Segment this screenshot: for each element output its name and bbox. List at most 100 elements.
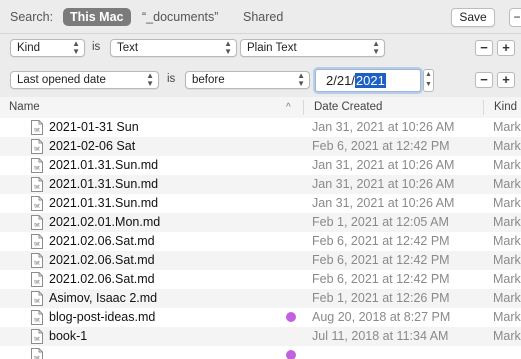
txt-document-icon: txt — [31, 158, 43, 173]
rule-operator-popup[interactable]: before ▲ ▼ — [185, 71, 310, 89]
rule-operator-value: Text — [117, 42, 139, 54]
table-row[interactable]: txt Asimov, Isaac 2.md Feb 1, 2021 at 12:2… — [0, 289, 521, 308]
txt-document-icon: txt — [31, 329, 43, 344]
minus-icon: − — [480, 72, 488, 87]
rule-attribute-value: Kind — [17, 42, 41, 54]
file-kind: Mark — [493, 120, 521, 134]
date-created: Jan 31, 2021 at 10:26 AM — [312, 196, 455, 210]
file-name: 2021.02.06.Sat.md — [49, 272, 155, 286]
file-kind: Mark — [493, 139, 521, 153]
search-rule-kind: Kind ▲ ▼ is Text ▲ ▼ Plain Text ▲ ▼ − + — [0, 34, 521, 68]
scope-shared[interactable]: Shared — [243, 8, 283, 26]
file-type-label: txt — [34, 299, 40, 305]
rule-operator-popup[interactable]: Text ▲ ▼ — [110, 39, 237, 57]
file-kind: Mark — [493, 291, 521, 305]
table-row[interactable]: txt 2021.01.31.Sun.md Jan 31, 2021 at 10:2… — [0, 156, 521, 175]
txt-document-icon: txt — [31, 291, 43, 306]
search-label: Search: — [10, 10, 54, 24]
column-divider[interactable] — [483, 100, 484, 115]
stepper-down-icon[interactable]: ▼ — [424, 80, 433, 90]
file-type-label: txt — [34, 356, 40, 359]
rule-attribute-popup[interactable]: Kind ▲ ▼ — [10, 39, 85, 57]
rule-attribute-popup[interactable]: Last opened date ▲ ▼ — [10, 71, 159, 89]
file-kind: Mark — [493, 310, 521, 324]
remove-rule-button[interactable]: − — [475, 40, 493, 56]
file-kind: Mark — [493, 196, 521, 210]
date-created: Feb 6, 2021 at 12:42 PM — [312, 272, 450, 286]
file-type-label: txt — [34, 242, 40, 248]
table-row[interactable]: txt book-1 Jul 11, 2018 at 11:34 AM Mark — [0, 327, 521, 346]
column-header-date-created[interactable]: Date Created — [314, 101, 382, 113]
scope-this-mac[interactable]: This Mac — [63, 8, 131, 26]
file-kind: Mark — [493, 215, 521, 229]
table-row[interactable]: txt 2021.02.06.Sat.md Feb 6, 2021 at 12:42… — [0, 251, 521, 270]
add-rule-button[interactable]: + — [497, 72, 515, 88]
file-name: 2021-02-06 Sat — [49, 139, 136, 153]
rule-value-popup[interactable]: Plain Text ▲ ▼ — [240, 39, 385, 57]
file-name: 2021.02.06.Sat.md — [49, 234, 155, 248]
table-row[interactable]: txt 2021.01.31.Sun.md Jan 31, 2021 at 10:2… — [0, 175, 521, 194]
date-created: Jan 31, 2021 at 10:26 AM — [312, 120, 455, 134]
is-label: is — [167, 73, 176, 85]
txt-document-icon: txt — [31, 310, 43, 325]
file-type-label: txt — [34, 223, 40, 229]
rule-operator-value: before — [192, 74, 225, 86]
table-row[interactable]: txt 2021-02-06 Sat Feb 6, 2021 at 12:42 PM… — [0, 137, 521, 156]
txt-document-icon: txt — [31, 272, 43, 287]
table-row[interactable]: txt 2021.02.06.Sat.md Feb 6, 2021 at 12:42… — [0, 232, 521, 251]
txt-document-icon: txt — [31, 196, 43, 211]
remove-rule-button[interactable]: − — [475, 72, 493, 88]
date-year-selected: 2021 — [354, 73, 386, 88]
txt-document-icon: txt — [31, 215, 43, 230]
column-header-kind[interactable]: Kind — [494, 101, 517, 113]
save-search-button[interactable]: Save — [451, 8, 495, 27]
file-name: Asimov, Isaac 2.md — [49, 291, 158, 305]
txt-document-icon: txt — [31, 348, 43, 359]
add-rule-button[interactable]: + — [497, 40, 515, 56]
file-type-label: txt — [34, 204, 40, 210]
file-type-label: txt — [34, 318, 40, 324]
table-row[interactable]: txt 2021.01.31.Sun.md Jan 31, 2021 at 10:2… — [0, 194, 521, 213]
rule-value-text: Plain Text — [247, 42, 297, 54]
file-name: 2021-01-31 Sun — [49, 120, 139, 134]
date-created: Aug 20, 2018 at 8:27 PM — [312, 310, 451, 324]
table-row[interactable]: txt 2021.02.01.Mon.md Feb 1, 2021 at 12:05… — [0, 213, 521, 232]
file-name: book-1 — [49, 329, 88, 343]
date-input[interactable]: 2/21/2021 — [315, 69, 421, 92]
column-header-name[interactable]: Name — [9, 101, 40, 113]
chevron-up-icon[interactable]: ^ — [286, 102, 291, 113]
results-list[interactable]: txt 2021-01-31 Sun Jan 31, 2021 at 10:26 A… — [0, 118, 521, 359]
scope-documents-folder[interactable]: “_documents” — [142, 8, 218, 26]
purple-tag-icon — [286, 350, 296, 359]
up-down-chevron-icon: ▲ ▼ — [72, 39, 80, 56]
rule-attribute-value: Last opened date — [17, 74, 106, 86]
file-name: 2021.01.31.Sun.md — [49, 196, 159, 210]
file-type-label: txt — [34, 128, 40, 134]
table-row[interactable]: txt blog-post-ideas.md Aug 20, 2018 at 8:2… — [0, 308, 521, 327]
file-kind: Mark — [493, 272, 521, 286]
remove-scope-button[interactable]: − — [509, 8, 521, 27]
results-table-header: Name ^ Date Created Kind — [0, 97, 521, 119]
stepper-up-icon[interactable]: ▲ — [424, 70, 433, 80]
file-kind: Mark — [493, 158, 521, 172]
txt-document-icon: txt — [31, 234, 43, 249]
minus-icon: − — [513, 10, 521, 24]
txt-document-icon: txt — [31, 120, 43, 135]
table-row[interactable]: txt — [0, 346, 521, 359]
file-name: blog-post-ideas.md — [49, 310, 156, 324]
txt-document-icon: txt — [31, 139, 43, 154]
date-created: Feb 6, 2021 at 12:42 PM — [312, 253, 450, 267]
column-divider[interactable] — [303, 100, 304, 115]
search-scope-bar: Search: This Mac “_documents” Shared Sav… — [0, 0, 521, 34]
table-row[interactable]: txt 2021.02.06.Sat.md Feb 6, 2021 at 12:42… — [0, 270, 521, 289]
date-created: Feb 6, 2021 at 12:42 PM — [312, 234, 450, 248]
file-kind: Mark — [493, 253, 521, 267]
file-name: 2021.01.31.Sun.md — [49, 158, 159, 172]
file-type-label: txt — [34, 337, 40, 343]
txt-document-icon: txt — [31, 177, 43, 192]
txt-document-icon: txt — [31, 253, 43, 268]
file-type-label: txt — [34, 147, 40, 153]
table-row[interactable]: txt 2021-01-31 Sun Jan 31, 2021 at 10:26 A… — [0, 118, 521, 137]
is-label: is — [92, 41, 101, 53]
date-stepper[interactable]: ▲ ▼ — [423, 69, 434, 92]
